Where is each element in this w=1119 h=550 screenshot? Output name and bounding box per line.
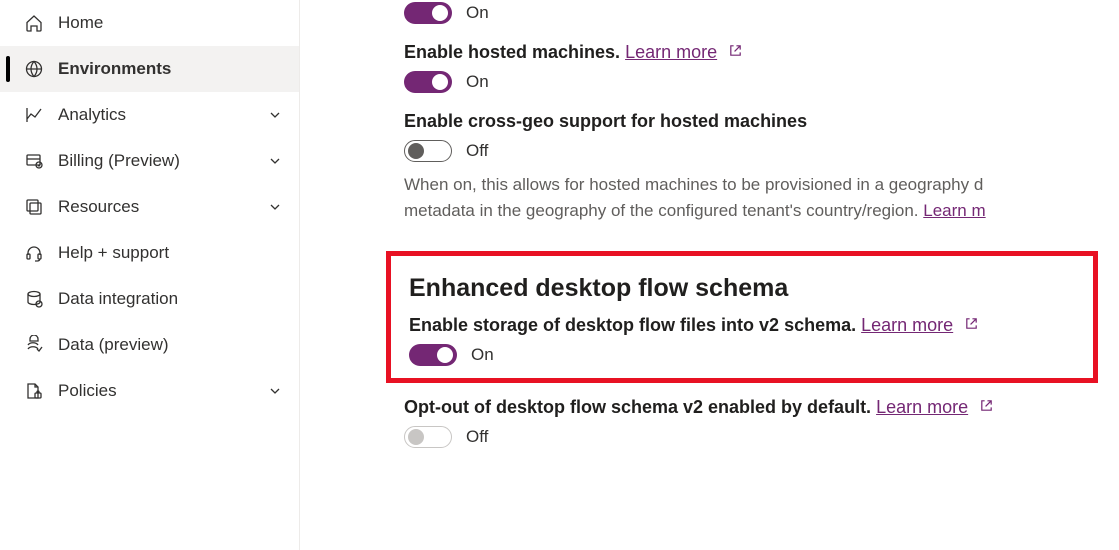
resources-icon — [24, 197, 44, 217]
learn-more-link[interactable]: Learn more — [625, 42, 717, 62]
setting-label-text: Enable storage of desktop flow files int… — [409, 315, 856, 335]
external-link-icon — [728, 43, 743, 58]
globe-icon — [24, 59, 44, 79]
sidebar-item-label: Home — [58, 13, 283, 33]
toggle-state-label: On — [466, 72, 489, 92]
setting-cross-geo: Enable cross-geo support for hosted mach… — [404, 111, 1119, 223]
setting-opt-out: Opt-out of desktop flow schema v2 enable… — [404, 397, 1119, 448]
learn-more-link[interactable]: Learn m — [923, 201, 985, 220]
sidebar-item-label: Billing (Preview) — [58, 151, 267, 171]
sidebar-item-environments[interactable]: Environments — [0, 46, 299, 92]
analytics-icon — [24, 105, 44, 125]
sidebar-item-label: Resources — [58, 197, 267, 217]
billing-icon — [24, 151, 44, 171]
setting-hosted-machines: Enable hosted machines. Learn more On — [404, 42, 1119, 93]
external-link-icon — [979, 398, 994, 413]
sidebar-item-policies[interactable]: Policies — [0, 368, 299, 414]
sidebar-item-label: Data integration — [58, 289, 283, 309]
setting-title-text: Enable hosted machines. — [404, 42, 620, 62]
policies-icon — [24, 381, 44, 401]
sidebar-item-data-integration[interactable]: Data integration — [0, 276, 299, 322]
sidebar-item-data-preview[interactable]: Data (preview) — [0, 322, 299, 368]
toggle-top[interactable] — [404, 2, 452, 24]
sidebar-item-home[interactable]: Home — [0, 0, 299, 46]
chevron-down-icon — [267, 107, 283, 123]
sidebar-item-label: Policies — [58, 381, 267, 401]
sidebar-item-billing[interactable]: Billing (Preview) — [0, 138, 299, 184]
toggle-state-label: On — [466, 3, 489, 23]
sidebar-item-label: Analytics — [58, 105, 267, 125]
sidebar-item-resources[interactable]: Resources — [0, 184, 299, 230]
learn-more-link[interactable]: Learn more — [876, 397, 968, 417]
description-text: When on, this allows for hosted machines… — [404, 175, 983, 194]
toggle-state-label: Off — [466, 427, 488, 447]
data-integration-icon — [24, 289, 44, 309]
toggle-opt-out[interactable] — [404, 426, 452, 448]
data-preview-icon — [24, 335, 44, 355]
sidebar-item-label: Environments — [58, 59, 283, 79]
chevron-down-icon — [267, 153, 283, 169]
external-link-icon — [964, 316, 979, 331]
sidebar: Home Environments Analytics Billing (Pre… — [0, 0, 300, 550]
toggle-state-label: On — [471, 345, 494, 365]
highlight-box-enhanced-schema: Enhanced desktop flow schema Enable stor… — [386, 251, 1098, 383]
section-heading: Enhanced desktop flow schema — [409, 274, 1075, 303]
headset-icon — [24, 243, 44, 263]
sidebar-item-analytics[interactable]: Analytics — [0, 92, 299, 138]
learn-more-link[interactable]: Learn more — [861, 315, 953, 335]
sidebar-item-help[interactable]: Help + support — [0, 230, 299, 276]
chevron-down-icon — [267, 383, 283, 399]
setting-title-text: Enable cross-geo support for hosted mach… — [404, 111, 807, 131]
toggle-hosted-machines[interactable] — [404, 71, 452, 93]
setting-description: When on, this allows for hosted machines… — [404, 172, 1119, 223]
chevron-down-icon — [267, 199, 283, 215]
settings-content: On Enable hosted machines. Learn more On… — [300, 0, 1119, 550]
sidebar-item-label: Data (preview) — [58, 335, 283, 355]
setting-label-text: Opt-out of desktop flow schema v2 enable… — [404, 397, 871, 417]
home-icon — [24, 13, 44, 33]
toggle-v2-storage[interactable] — [409, 344, 457, 366]
setting-top-toggle: On — [404, 2, 1119, 24]
toggle-state-label: Off — [466, 141, 488, 161]
sidebar-item-label: Help + support — [58, 243, 283, 263]
toggle-cross-geo[interactable] — [404, 140, 452, 162]
description-text: metadata in the geography of the configu… — [404, 201, 923, 220]
